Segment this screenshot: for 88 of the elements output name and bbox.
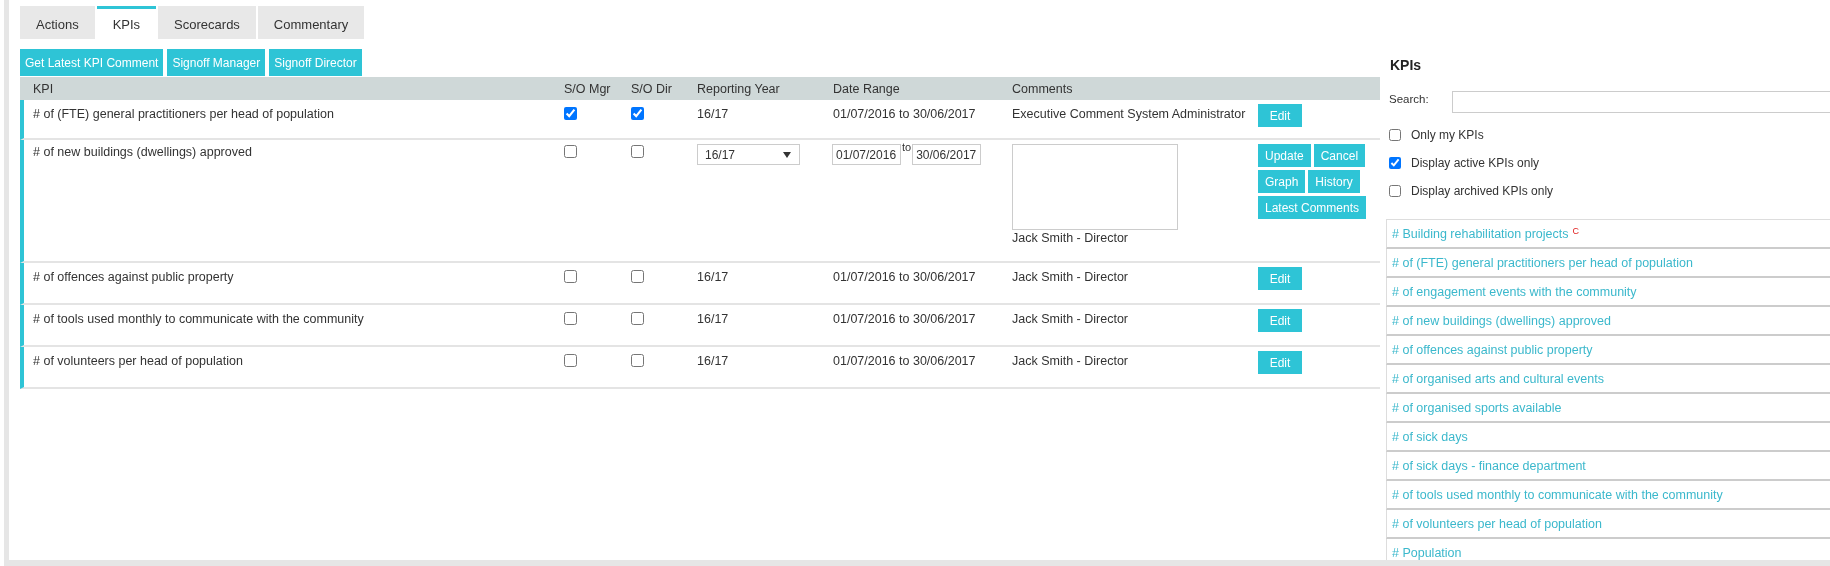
kpi-list-item[interactable]: # of organised arts and cultural events [1386, 365, 1830, 394]
search-label: Search: [1389, 92, 1430, 105]
column-header: Comments [1011, 81, 1074, 96]
edit-button[interactable]: Edit [1258, 104, 1302, 127]
kpi-link[interactable]: # of offences against public property [1392, 342, 1593, 357]
checkbox[interactable] [1389, 157, 1401, 169]
kpi-list-item[interactable]: # of volunteers per head of population [1386, 510, 1830, 539]
toolbar-button[interactable]: Signoff Manager [167, 49, 266, 76]
kpi-list-item[interactable]: # of (FTE) general practitioners per head of population [1386, 249, 1830, 278]
kpi-name: # of offences against public property [32, 269, 235, 285]
search-field[interactable] [1451, 91, 1830, 113]
filter-label: Display archived KPIs only [1411, 184, 1554, 198]
kpi-link[interactable]: # of engagement events with the community [1392, 284, 1637, 299]
table-cell-text: 16/17 [696, 311, 730, 327]
kpi-list-item[interactable]: # of offences against public property [1386, 336, 1830, 365]
kpi-link[interactable]: # of organised arts and cultural events [1392, 371, 1604, 386]
action-button[interactable]: History [1308, 170, 1360, 193]
year-dropdown[interactable]: 16/17 [697, 144, 800, 165]
change-marker: C [1572, 226, 1579, 236]
action-button[interactable]: Latest Comments [1258, 196, 1367, 219]
comment-author: Jack Smith - Director [1012, 231, 1129, 245]
caret-icon [783, 151, 791, 158]
table-cell-text: Executive Comment System Administrator [1011, 106, 1247, 122]
tab[interactable]: Actions [20, 6, 95, 39]
toolbar-button[interactable]: Get Latest KPI Comment [20, 49, 164, 76]
kpi-link[interactable]: # of organised sports available [1392, 400, 1562, 415]
edit-button[interactable]: Edit [1258, 267, 1302, 290]
filter-label: Only my KPIs [1411, 128, 1484, 142]
table-cell-text: 01/07/2016 to 30/06/2017 [832, 353, 977, 369]
table-cell-text: Jack Smith - Director [1011, 311, 1129, 327]
toolbar-button[interactable]: Signoff Director [269, 49, 362, 76]
table-cell-text: 16/17 [696, 353, 730, 369]
table-cell-text: 01/07/2016 to 30/06/2017 [832, 311, 977, 327]
kpi-list-item[interactable]: # of engagement events with the community [1386, 278, 1830, 307]
kpi-list-item[interactable]: # Building rehabilitation projects C [1386, 219, 1830, 249]
checkbox[interactable] [631, 312, 644, 325]
kpi-link[interactable]: # of new buildings (dwellings) approved [1392, 313, 1611, 328]
kpi-list-item[interactable]: # of organised sports available [1386, 394, 1830, 423]
column-header: Reporting Year [696, 81, 781, 96]
tab[interactable]: Commentary [257, 6, 365, 39]
kpi-link[interactable]: # of (FTE) general practitioners per head of population [1392, 255, 1693, 270]
checkbox[interactable] [631, 107, 644, 120]
column-header: KPI [32, 81, 55, 96]
checkbox[interactable] [564, 145, 577, 158]
table-cell-text: Jack Smith - Director [1011, 353, 1129, 369]
table-cell-text: Jack Smith - Director [1011, 269, 1129, 285]
tab[interactable]: Scorecards [158, 6, 256, 39]
comment-field[interactable] [1012, 144, 1178, 230]
checkbox[interactable] [631, 270, 644, 283]
kpi-name: # of volunteers per head of population [32, 353, 244, 369]
kpi-link[interactable]: # of tools used monthly to communicate with the community [1392, 487, 1723, 502]
column-header: Date Range [832, 81, 901, 96]
action-button[interactable]: Cancel [1313, 144, 1366, 167]
checkbox[interactable] [564, 354, 577, 367]
checkbox[interactable] [631, 145, 644, 158]
panel-title: KPIs [1390, 57, 1423, 73]
checkbox[interactable] [564, 312, 577, 325]
kpi-name: # of tools used monthly to communicate with the community [32, 311, 365, 327]
table-cell-text: 16/17 [696, 106, 730, 122]
column-header: S/O Dir [630, 81, 673, 96]
checkbox[interactable] [564, 270, 577, 283]
kpi-name: # of new buildings (dwellings) approved [32, 144, 253, 160]
kpi-list-item[interactable]: # of sick days [1386, 423, 1830, 452]
checkbox[interactable] [1389, 129, 1401, 141]
kpi-link[interactable]: # of sick days [1392, 429, 1468, 444]
date-separator: to [902, 141, 912, 153]
checkbox[interactable] [564, 107, 577, 120]
date-field[interactable]: 01/07/2016 [832, 144, 901, 165]
action-button[interactable]: Update [1258, 144, 1311, 167]
edit-button[interactable]: Edit [1258, 309, 1302, 332]
date-field[interactable]: 30/06/2017 [912, 144, 982, 165]
kpi-list-item[interactable]: # of tools used monthly to communicate with the community [1386, 481, 1830, 510]
action-button[interactable]: Graph [1258, 170, 1306, 193]
edit-button[interactable]: Edit [1258, 351, 1302, 374]
checkbox[interactable] [631, 354, 644, 367]
checkbox[interactable] [1389, 185, 1401, 197]
kpi-link[interactable]: # of sick days - finance department [1392, 458, 1586, 473]
kpi-list-item[interactable]: # of sick days - finance department [1386, 452, 1830, 481]
table-cell-text: 01/07/2016 to 30/06/2017 [832, 269, 977, 285]
kpi-list-item[interactable]: # of new buildings (dwellings) approved [1386, 307, 1830, 336]
table-cell-text: 01/07/2016 to 30/06/2017 [832, 106, 977, 122]
kpi-link[interactable]: # Population [1392, 545, 1462, 560]
column-header: S/O Mgr [563, 81, 612, 96]
kpi-name: # of (FTE) general practitioners per head of population [32, 106, 335, 122]
kpi-link[interactable]: # Building rehabilitation projects [1392, 226, 1569, 241]
filter-label: Display active KPIs only [1411, 156, 1540, 170]
kpi-link[interactable]: # of volunteers per head of population [1392, 516, 1602, 531]
table-cell-text: 16/17 [696, 269, 730, 285]
